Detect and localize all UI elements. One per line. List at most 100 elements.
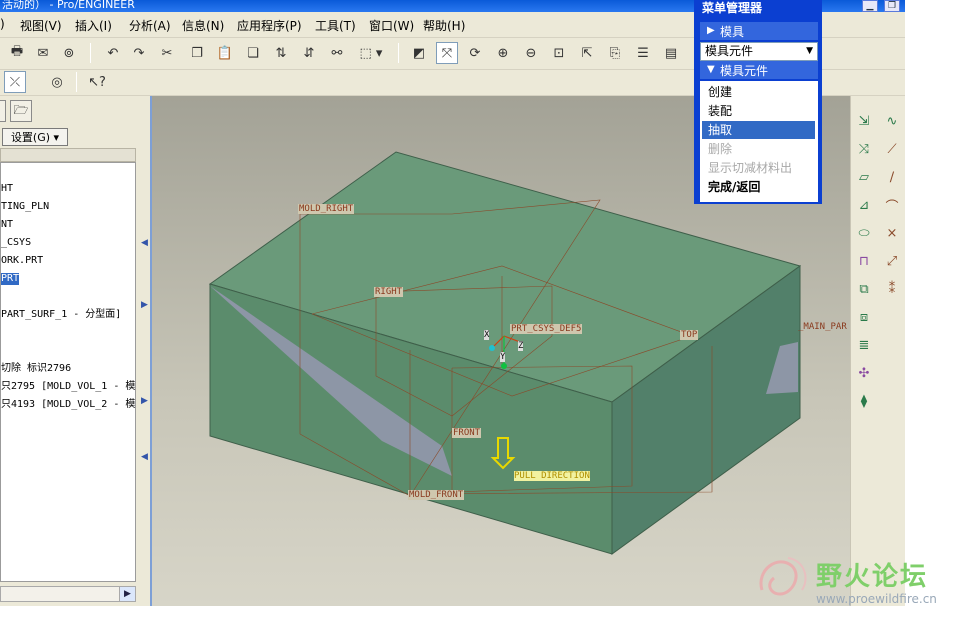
saved-views-icon[interactable]: ⎘	[604, 42, 626, 64]
print-icon[interactable]: 🖶	[6, 42, 28, 64]
menu-item-window[interactable]: 窗口(W)	[369, 17, 414, 34]
extrude-icon[interactable]: ▱	[853, 166, 875, 188]
fill-icon[interactable]: ⊓	[853, 250, 875, 272]
collapse-right-icon[interactable]: ▶	[141, 300, 148, 310]
view-manager-icon[interactable]: ▤	[660, 42, 682, 64]
undo-icon[interactable]: ↶	[102, 42, 124, 64]
tree-item[interactable]: ORK.PRT	[1, 255, 43, 267]
layers-icon[interactable]: ☰	[632, 42, 654, 64]
tab-folder-browser[interactable]: 🗁	[10, 100, 32, 122]
parting-surface-icon[interactable]: ⧉	[853, 278, 875, 300]
spin-center-icon[interactable]: ⤧	[436, 42, 458, 64]
toolbar-separator	[76, 72, 77, 92]
orient-mode-icon[interactable]: ⟳	[464, 42, 486, 64]
datum-curve-icon[interactable]: ⟋	[881, 138, 903, 160]
datum-label-top[interactable]: TOP	[680, 330, 699, 340]
toolbar-separator	[90, 43, 91, 63]
triangle-down-icon: ▼	[707, 64, 715, 75]
folder-icon: 🗁	[13, 102, 29, 117]
cut-icon[interactable]: ✂	[156, 42, 178, 64]
redo-icon[interactable]: ↷	[128, 42, 150, 64]
triangle-right-icon: ▶	[707, 25, 715, 36]
datum-arc-icon[interactable]: ⌒	[881, 194, 903, 216]
tree-item[interactable]: HT	[1, 183, 13, 195]
datum-label-right[interactable]: RIGHT	[374, 287, 404, 297]
menu-item-done-return[interactable]: 完成/返回	[702, 178, 815, 196]
refit-icon[interactable]: ⊡	[548, 42, 570, 64]
datum-label-mold-front[interactable]: MOLD_FRONT	[408, 490, 465, 500]
menu-item-help[interactable]: 帮助(H)	[423, 17, 465, 34]
analysis-feature-icon[interactable]: ⁑	[881, 278, 903, 300]
hide-icon[interactable]: ◎	[46, 71, 68, 93]
surface-icon[interactable]: ⬭	[853, 222, 875, 244]
repaint-icon[interactable]: ◩	[408, 42, 430, 64]
menu-item-insert[interactable]: 插入(I)	[75, 17, 112, 34]
tree-horizontal-scrollbar[interactable]: ▶	[0, 586, 136, 602]
collapse-left-icon[interactable]: ◀	[141, 452, 148, 462]
regenerate-manager-icon[interactable]: ⇵	[298, 42, 320, 64]
minimize-icon[interactable]: ▁	[862, 0, 878, 12]
sketch-icon[interactable]: ∿	[881, 110, 903, 132]
tree-item[interactable]: TING_PLN	[1, 201, 49, 213]
menu-item-file[interactable]: )	[0, 17, 5, 31]
datum-label-front[interactable]: FRONT	[452, 428, 482, 438]
mail-icon[interactable]: ✉	[32, 42, 54, 64]
tree-item[interactable]: _CSYS	[1, 237, 31, 249]
datum-axis-icon[interactable]: ⤨	[853, 138, 875, 160]
menu-item-analysis[interactable]: 分析(A)	[129, 17, 171, 34]
menu-item-create[interactable]: 创建	[702, 83, 815, 101]
zoom-in-icon[interactable]: ⊕	[492, 42, 514, 64]
mold-component-dropdown[interactable]: 模具元件 ▼	[700, 42, 818, 61]
context-help-icon[interactable]: ↖?	[86, 71, 108, 93]
restore-icon[interactable]: ❐	[884, 0, 900, 12]
find-icon[interactable]: ⚯	[326, 42, 348, 64]
copy-icon[interactable]: ❐	[186, 42, 208, 64]
tab-model-tree[interactable]	[0, 100, 6, 122]
csys-label[interactable]: PRT_CSYS_DEF5	[510, 324, 583, 334]
tree-item[interactable]: NT	[1, 219, 13, 231]
window-title: 活动的） - Pro/ENGINEER	[2, 0, 135, 11]
datum-plane-icon[interactable]: ⇲	[853, 110, 875, 132]
datum-point-icon[interactable]: ×	[881, 222, 903, 244]
menu-section-mold[interactable]: ▶ 模具	[700, 22, 818, 40]
menu-item-view[interactable]: 视图(V)	[20, 17, 62, 34]
collapse-left-icon[interactable]: ◀	[141, 238, 148, 248]
mail-attach-icon[interactable]: ⊚	[58, 42, 80, 64]
mold-opening-icon[interactable]: ⧫	[853, 390, 875, 412]
zoom-out-icon[interactable]: ⊖	[520, 42, 542, 64]
datum-display-icon[interactable]: ⤫	[4, 71, 26, 93]
tree-item[interactable]: 切除 标识2796	[1, 363, 71, 375]
menu-item-assemble[interactable]: 装配	[702, 102, 815, 120]
cavity-insert-icon[interactable]: ✣	[853, 362, 875, 384]
menu-item-applications[interactable]: 应用程序(P)	[237, 17, 302, 34]
tree-item-selected[interactable]: PRT	[1, 273, 20, 285]
volume-split-icon[interactable]: ⧈	[853, 306, 875, 328]
model-tree-panel: 🗁 设置(G) ▾ HT TING_PLN NT _CSYS ORK.PRT P…	[0, 96, 150, 606]
datum-line-icon[interactable]: ∕	[881, 166, 903, 188]
collapse-right-icon[interactable]: ▶	[141, 396, 148, 406]
revolve-icon[interactable]: ⊿	[853, 194, 875, 216]
menu-item-extract[interactable]: 抽取	[702, 121, 815, 139]
menu-section-components-label: 模具元件	[720, 63, 769, 78]
paste-special-icon[interactable]: ❏	[242, 42, 264, 64]
menu-item-info[interactable]: 信息(N)	[182, 17, 224, 34]
tree-item[interactable]: 只2795 [MOLD_VOL_1 - 模具	[1, 381, 135, 393]
reorient-icon[interactable]: ⇱	[576, 42, 598, 64]
datum-label-main-par[interactable]: _MAIN_PAR	[798, 322, 847, 332]
scroll-right-icon[interactable]: ▶	[119, 587, 135, 601]
settings-button[interactable]: 设置(G) ▾	[2, 128, 68, 146]
menu-section-components[interactable]: ▼ 模具元件	[700, 61, 818, 79]
regenerate-icon[interactable]: ⇅	[270, 42, 292, 64]
paste-icon[interactable]: 📋	[214, 42, 236, 64]
tree-item[interactable]: PART_SURF_1 - 分型面]	[1, 309, 121, 321]
axis-label-y: Y	[500, 352, 506, 362]
selection-filter-icon[interactable]: ⬚ ▾	[354, 42, 388, 64]
mold-volume-icon[interactable]: ≣	[853, 334, 875, 356]
tree-item[interactable]: 只4193 [MOLD_VOL_2 - 模具	[1, 399, 135, 411]
pull-direction-label[interactable]: PULL DIRECTION	[514, 471, 590, 481]
menu-item-tools[interactable]: 工具(T)	[315, 17, 356, 34]
datum-label-mold-right[interactable]: MOLD_RIGHT	[298, 204, 355, 214]
watermark-logo-icon	[759, 557, 807, 596]
panel-splitter[interactable]: ◀ ▶ ▶ ◀	[140, 96, 150, 606]
csys-icon[interactable]: ⤢	[881, 250, 903, 272]
